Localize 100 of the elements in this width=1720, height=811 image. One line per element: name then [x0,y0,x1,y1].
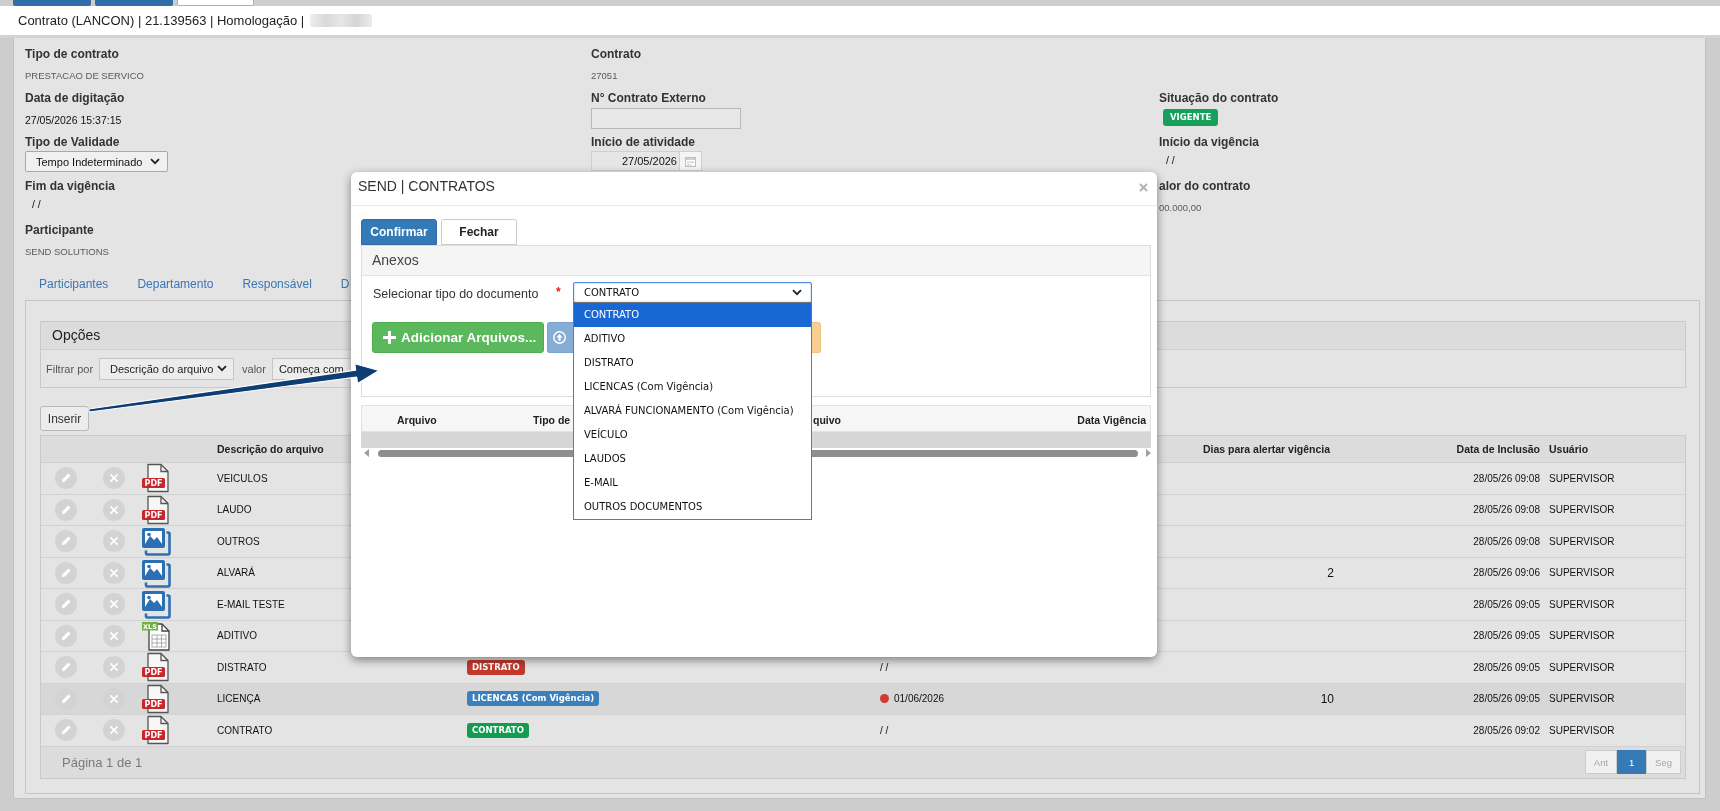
dropdown-option[interactable]: LAUDOS [574,447,811,471]
filter-label: Filtrar por [46,362,94,375]
upload-button[interactable] [547,322,573,353]
table-cell: / / [880,661,889,673]
pencil-icon[interactable] [55,624,77,647]
x-icon[interactable] [103,719,125,742]
image-file-icon[interactable] [141,526,171,557]
table-cell: SUPERVISOR [1549,724,1615,736]
table-cell: OUTROS [217,535,260,547]
pencil-icon[interactable] [55,719,77,742]
field-label: Início de atividade [591,134,696,150]
table-row[interactable]: PDF CONTRATO CONTRATO / / 28/05/26 09:02 SUPERVISOR [41,715,1685,747]
table-cell: 28/05/26 09:05 [1473,693,1540,705]
pencil-icon[interactable] [55,656,77,679]
pagination-button[interactable]: 1 [1617,750,1647,774]
table-cell: E-MAIL TESTE [217,598,285,610]
tab[interactable]: Participantes [39,276,109,292]
dropdown-option[interactable]: OUTROS DOCUMENTOS [574,495,811,519]
chevron-down-icon [792,289,802,296]
pencil-icon[interactable] [55,498,77,521]
column-header: quivo [813,413,841,426]
filter-field-select[interactable]: Descrição do arquivo [99,357,235,380]
table-cell: 28/05/26 09:08 [1473,535,1540,547]
tab[interactable]: Departamento [137,276,214,292]
field-label: Fim da vigência [25,178,116,194]
close-icon[interactable] [1139,183,1148,192]
table-cell: 01/06/2026 [894,693,945,705]
dropdown-option[interactable]: CONTRATO [574,303,811,327]
tab[interactable]: D [340,276,350,292]
column-header: Arquivo [397,413,437,426]
column-header: Data Vigência [1077,413,1146,426]
table-cell: 28/05/26 09:08 [1473,504,1540,516]
text-input-field[interactable] [591,108,741,129]
x-icon[interactable] [103,467,125,490]
insert-button[interactable]: Inserir [40,406,89,431]
table-cell: SUPERVISOR [1549,472,1615,484]
table-cell: DISTRATO [217,661,267,673]
confirm-button[interactable]: Confirmar [361,219,437,245]
tab[interactable]: Responsável [242,276,312,292]
table-cell: ADITIVO [217,630,257,642]
table-cell: SUPERVISOR [1549,630,1615,642]
type-badge: DISTRATO [467,659,525,675]
dropdown-option[interactable]: ADITIVO [574,327,811,351]
chevron-down-icon [150,158,160,165]
table-row[interactable]: PDF LICENÇA LICENCAS (Com Vigência) 01/06/2026 10 28/05/26 09:05 SUPERVISOR [41,683,1685,715]
document-type-select[interactable]: CONTRATO [573,282,812,303]
dropdown-option[interactable]: DISTRATO [574,351,811,375]
close-button[interactable]: Fechar [441,219,517,245]
action-button[interactable] [812,322,821,353]
table-cell: LAUDO [217,504,252,516]
x-icon[interactable] [103,656,125,679]
x-icon[interactable] [103,498,125,521]
date-input-field[interactable]: 27/05/2026 [591,151,679,171]
image-file-icon[interactable] [141,557,171,588]
upload-icon [553,331,566,344]
dialog-title: SEND | CONTRATOS [358,178,495,194]
caret-right-icon[interactable] [1146,449,1151,457]
dropdown-option[interactable]: ALVARÁ FUNCIONAMENTO (Com Vigência) [574,399,811,423]
caret-left-icon[interactable] [364,449,369,457]
field-value: 27051 [591,70,618,82]
plus-icon [383,331,396,344]
pencil-icon[interactable] [55,467,77,490]
calendar-button[interactable] [679,151,702,171]
table-cell: 10 [1320,691,1334,706]
field-label: Tipo de Validade [25,134,120,150]
x-icon[interactable] [103,593,125,616]
image-file-icon[interactable] [141,589,171,620]
field-label: Situação do contrato [1159,90,1279,106]
table-cell: / / [880,724,889,736]
tab[interactable] [95,0,173,6]
pencil-icon[interactable] [55,593,77,616]
dropdown-option[interactable]: E-MAIL [574,471,811,495]
dropdown-option[interactable]: LICENCAS (Com Vigência) [574,375,811,399]
table-cell: SUPERVISOR [1549,598,1615,610]
chevron-down-icon [217,365,228,372]
calendar-icon [685,155,696,167]
status-badge: VIGENTE [1163,109,1219,126]
field-label: Tipo de contrato [25,46,119,62]
field-value: / / [32,198,41,210]
tab[interactable] [177,0,254,6]
column-header: Tipo de [533,413,571,426]
tab[interactable] [13,0,91,6]
column-header: Descrição do arquivo [217,443,324,455]
dropdown-option[interactable]: VEÍCULO [574,423,811,447]
field-label: Participante [25,222,94,238]
x-icon[interactable] [103,624,125,647]
table-cell: LICENÇA [217,693,261,705]
dropdown-select[interactable]: Tempo Indeterminado [25,151,168,172]
field-label: N° Contrato Externo [591,90,706,106]
field-label: Data de digitação [25,90,125,106]
panel-title: Anexos [362,246,1150,276]
table-cell: 28/05/26 09:05 [1473,661,1540,673]
x-icon[interactable] [103,561,125,584]
pencil-icon[interactable] [55,530,77,553]
x-icon[interactable] [103,530,125,553]
pencil-icon[interactable] [55,561,77,584]
field-value: 00.000,00 [1159,202,1202,214]
field-label: Início da vigência [1159,134,1260,150]
table-cell: SUPERVISOR [1549,693,1615,705]
required-marker: * [556,287,561,298]
